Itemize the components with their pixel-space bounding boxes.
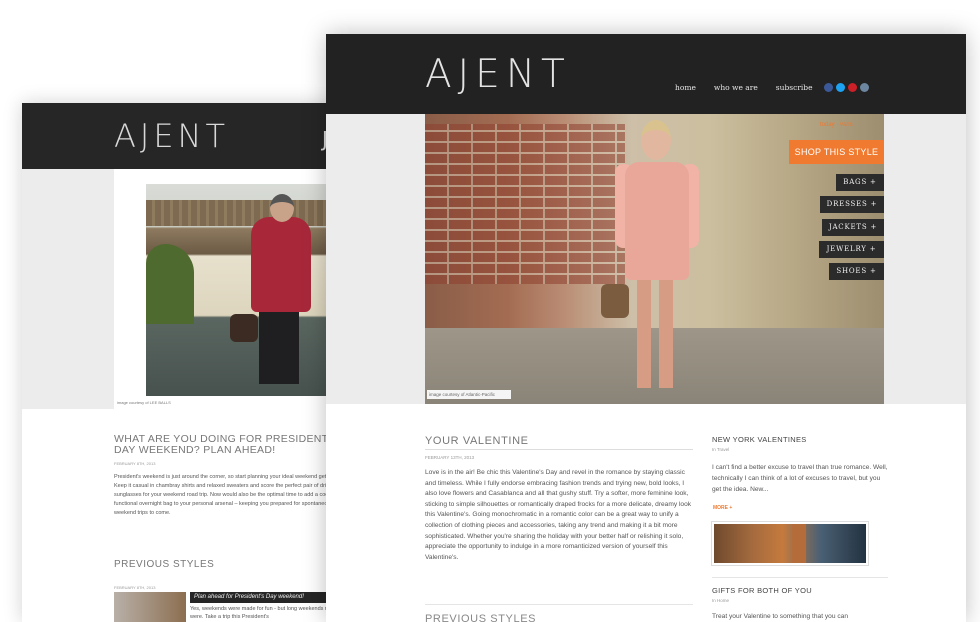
hero-model-handbag xyxy=(601,284,629,318)
previous-item-thumbnail[interactable] xyxy=(114,592,186,622)
nav-subscribe[interactable]: subscribe xyxy=(776,83,813,92)
post-date: FEBRUARY 8TH, 2013 xyxy=(114,461,156,466)
previous-item-date: FEBRUARY 8TH, 2013 xyxy=(114,585,156,590)
post-body: President's weekend is just around the c… xyxy=(114,474,341,516)
hero-model-legs xyxy=(637,280,673,388)
post-title[interactable]: WHAT ARE YOU DOING FOR PRESIDENT'S DAY W… xyxy=(114,434,352,456)
social-links xyxy=(824,83,869,92)
divider xyxy=(425,449,693,450)
site-logo[interactable]: AJENT xyxy=(114,117,229,155)
feature-photo[interactable] xyxy=(146,184,352,396)
shop-this-style-button[interactable]: SHOP THIS STYLE xyxy=(789,140,884,164)
nav-home[interactable]: home xyxy=(675,83,696,92)
sidebar-post-category: In Travel xyxy=(712,447,730,452)
post-body: Love is in the air! Be chic this Valenti… xyxy=(425,469,692,561)
category-bags-button[interactable]: BAGS + xyxy=(836,174,884,191)
more-link[interactable]: MORE + xyxy=(713,505,732,511)
hero-model-dress xyxy=(625,162,689,280)
hero-photo-credit: image courtesy of Atlantic-Pacific xyxy=(427,390,511,399)
nav-who-we-are[interactable]: who we are xyxy=(714,83,758,92)
photo-person-head xyxy=(270,194,294,222)
photo-fence xyxy=(146,200,352,226)
previous-styles-heading: PREVIOUS STYLES xyxy=(114,559,215,570)
sidebar-image-building xyxy=(792,524,806,563)
facebook-icon[interactable] xyxy=(824,83,833,92)
sidebar-post-image[interactable] xyxy=(712,522,868,565)
category-jackets-button[interactable]: JACKETS + xyxy=(822,219,884,236)
sidebar-post-category: In Home xyxy=(712,598,730,603)
post-date: FEBRUARY 13TH, 2013 xyxy=(425,455,475,460)
category-shoes-button[interactable]: SHOES + xyxy=(829,263,884,280)
sidebar-post-title[interactable]: NEW YORK VALENTINES xyxy=(712,435,807,444)
twitter-icon[interactable] xyxy=(836,83,845,92)
back-browser-window: AJENT J image courtesy of LEE BALLS WHAT… xyxy=(22,103,352,622)
tumblr-icon[interactable] xyxy=(860,83,869,92)
main-nav: home who we are subscribe xyxy=(675,83,813,92)
photo-person-legs xyxy=(259,309,299,384)
site-logo[interactable]: AJENT xyxy=(425,52,571,97)
post-title[interactable]: YOUR VALENTINE xyxy=(425,435,529,447)
site-header xyxy=(326,34,966,114)
hero-model-head xyxy=(641,120,671,160)
photo-bush xyxy=(146,244,194,324)
sidebar-post-title[interactable]: GIFTS FOR BOTH OF YOU xyxy=(712,586,812,595)
category-dresses-button[interactable]: DRESSES + xyxy=(820,196,884,213)
photo-bag xyxy=(230,314,258,342)
previous-styles-heading: PREVIOUS STYLES xyxy=(425,613,537,622)
hero-links[interactable]: today · vans xyxy=(820,122,853,128)
front-browser-window: AJENT home who we are subscribe today · … xyxy=(326,34,966,622)
grey-gutter xyxy=(22,169,114,409)
pinterest-icon[interactable] xyxy=(848,83,857,92)
hero-bricks xyxy=(425,124,625,284)
sidebar-post-excerpt: Treat your Valentine to something that y… xyxy=(712,613,848,620)
category-jewelry-button[interactable]: JEWELRY + xyxy=(819,241,884,258)
divider xyxy=(425,604,693,605)
divider xyxy=(712,577,888,578)
sidebar-post-excerpt: I can't find a better excuse to travel t… xyxy=(712,464,888,493)
photo-person-jacket xyxy=(251,217,311,312)
photo-credit: image courtesy of LEE BALLS xyxy=(117,400,171,405)
